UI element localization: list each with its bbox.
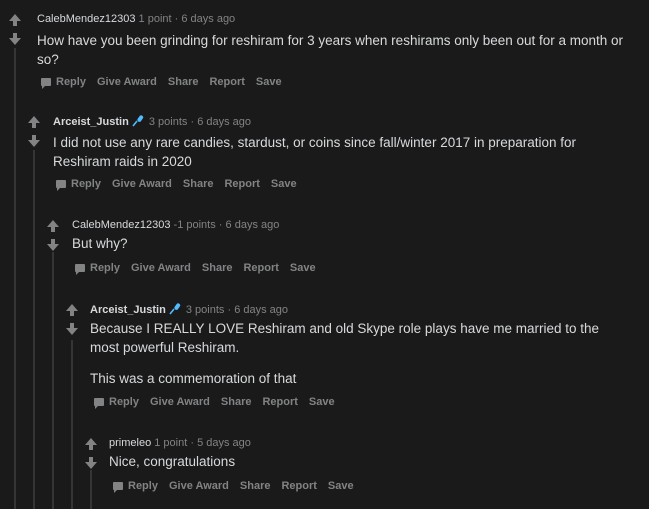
upvote-icon[interactable] (47, 220, 59, 234)
give-award-button[interactable]: Give Award (131, 262, 191, 274)
comment-meta: CalebMendez12303 -1 points · 6 days ago (72, 219, 279, 231)
report-button[interactable]: Report (243, 262, 278, 274)
chat-icon (94, 398, 104, 409)
timestamp[interactable]: 5 days ago (197, 437, 251, 449)
report-button[interactable]: Report (262, 396, 297, 408)
comment-meta: Arceist_Justin 3 points · 6 days ago (53, 115, 251, 128)
microphone-icon (132, 115, 143, 127)
separator: · (190, 437, 195, 449)
score: -1 points (173, 219, 216, 231)
reply-button[interactable]: Reply (75, 262, 120, 275)
author-name[interactable]: CalebMendez12303 (37, 13, 135, 25)
author-name[interactable]: primeleo (109, 437, 151, 449)
downvote-icon[interactable] (28, 135, 40, 149)
separator: · (190, 116, 195, 128)
author-name[interactable]: Arceist_Justin (90, 304, 166, 316)
microphone-icon (169, 303, 180, 315)
thread-line[interactable] (71, 340, 73, 509)
comment-actions: Reply Give Award Share Report Save (75, 262, 327, 275)
report-button[interactable]: Report (224, 178, 259, 190)
downvote-icon[interactable] (9, 33, 21, 47)
separator: · (227, 304, 232, 316)
reply-button[interactable]: Reply (41, 76, 86, 89)
author-name[interactable]: CalebMendez12303 (72, 219, 170, 231)
author-name[interactable]: Arceist_Justin (53, 116, 129, 128)
downvote-icon[interactable] (66, 323, 78, 337)
timestamp[interactable]: 6 days ago (181, 13, 235, 25)
give-award-button[interactable]: Give Award (169, 480, 229, 492)
comment-actions: Reply Give Award Share Report Save (41, 76, 293, 89)
give-award-button[interactable]: Give Award (97, 76, 157, 88)
comment-body: How have you been grinding for reshiram … (37, 31, 637, 69)
comment-text: But why? (72, 236, 128, 251)
upvote-icon[interactable] (28, 116, 40, 130)
chat-icon (75, 264, 85, 275)
comment-text: Nice, congratulations (109, 454, 236, 469)
separator: · (174, 13, 179, 25)
score: 1 point (154, 437, 188, 449)
report-button[interactable]: Report (209, 76, 244, 88)
score: 3 points (148, 116, 188, 128)
comment-actions: Reply Give Award Share Report Save (113, 480, 365, 493)
comment-text: This was a commemoration of that (90, 371, 297, 386)
comment-text: Because I REALLY LOVE Reshiram and old S… (90, 321, 600, 355)
comment-actions: Reply Give Award Share Report Save (56, 178, 308, 191)
timestamp[interactable]: 6 days ago (234, 304, 288, 316)
comment-text: I did not use any rare candies, stardust… (53, 135, 577, 169)
comment-meta: CalebMendez12303 1 point · 6 days ago (37, 13, 235, 25)
save-button[interactable]: Save (271, 178, 297, 190)
comment-body: But why? (72, 234, 612, 253)
chat-icon (113, 482, 123, 493)
save-button[interactable]: Save (309, 396, 335, 408)
timestamp[interactable]: 6 days ago (226, 219, 280, 231)
share-button[interactable]: Share (240, 480, 271, 492)
give-award-button[interactable]: Give Award (112, 178, 172, 190)
thread-line[interactable] (52, 252, 54, 509)
score: 3 points (185, 304, 225, 316)
share-button[interactable]: Share (202, 262, 233, 274)
reply-button[interactable]: Reply (113, 480, 158, 493)
comment-body: I did not use any rare candies, stardust… (53, 133, 613, 171)
comment-body: Nice, congratulations (109, 452, 629, 471)
thread-line[interactable] (14, 48, 16, 509)
comment-text: How have you been grinding for reshiram … (37, 33, 624, 67)
save-button[interactable]: Save (328, 480, 354, 492)
share-button[interactable]: Share (221, 396, 252, 408)
save-button[interactable]: Save (290, 262, 316, 274)
share-button[interactable]: Share (168, 76, 199, 88)
separator: · (218, 219, 223, 231)
downvote-icon[interactable] (85, 457, 97, 471)
upvote-icon[interactable] (85, 438, 97, 452)
comment-meta: primeleo 1 point · 5 days ago (109, 437, 251, 449)
thread-line[interactable] (33, 150, 35, 509)
reply-button[interactable]: Reply (94, 396, 139, 409)
thread-line[interactable] (90, 470, 92, 509)
save-button[interactable]: Save (256, 76, 282, 88)
comment-actions: Reply Give Award Share Report Save (94, 396, 346, 409)
comment-body: Because I REALLY LOVE Reshiram and old S… (90, 319, 630, 388)
upvote-icon[interactable] (66, 304, 78, 318)
share-button[interactable]: Share (183, 178, 214, 190)
chat-icon (56, 180, 66, 191)
upvote-icon[interactable] (9, 14, 21, 28)
comment-meta: Arceist_Justin 3 points · 6 days ago (90, 303, 288, 316)
downvote-icon[interactable] (47, 239, 59, 253)
give-award-button[interactable]: Give Award (150, 396, 210, 408)
reply-button[interactable]: Reply (56, 178, 101, 191)
score: 1 point (138, 13, 172, 25)
chat-icon (41, 78, 51, 89)
timestamp[interactable]: 6 days ago (197, 116, 251, 128)
report-button[interactable]: Report (281, 480, 316, 492)
